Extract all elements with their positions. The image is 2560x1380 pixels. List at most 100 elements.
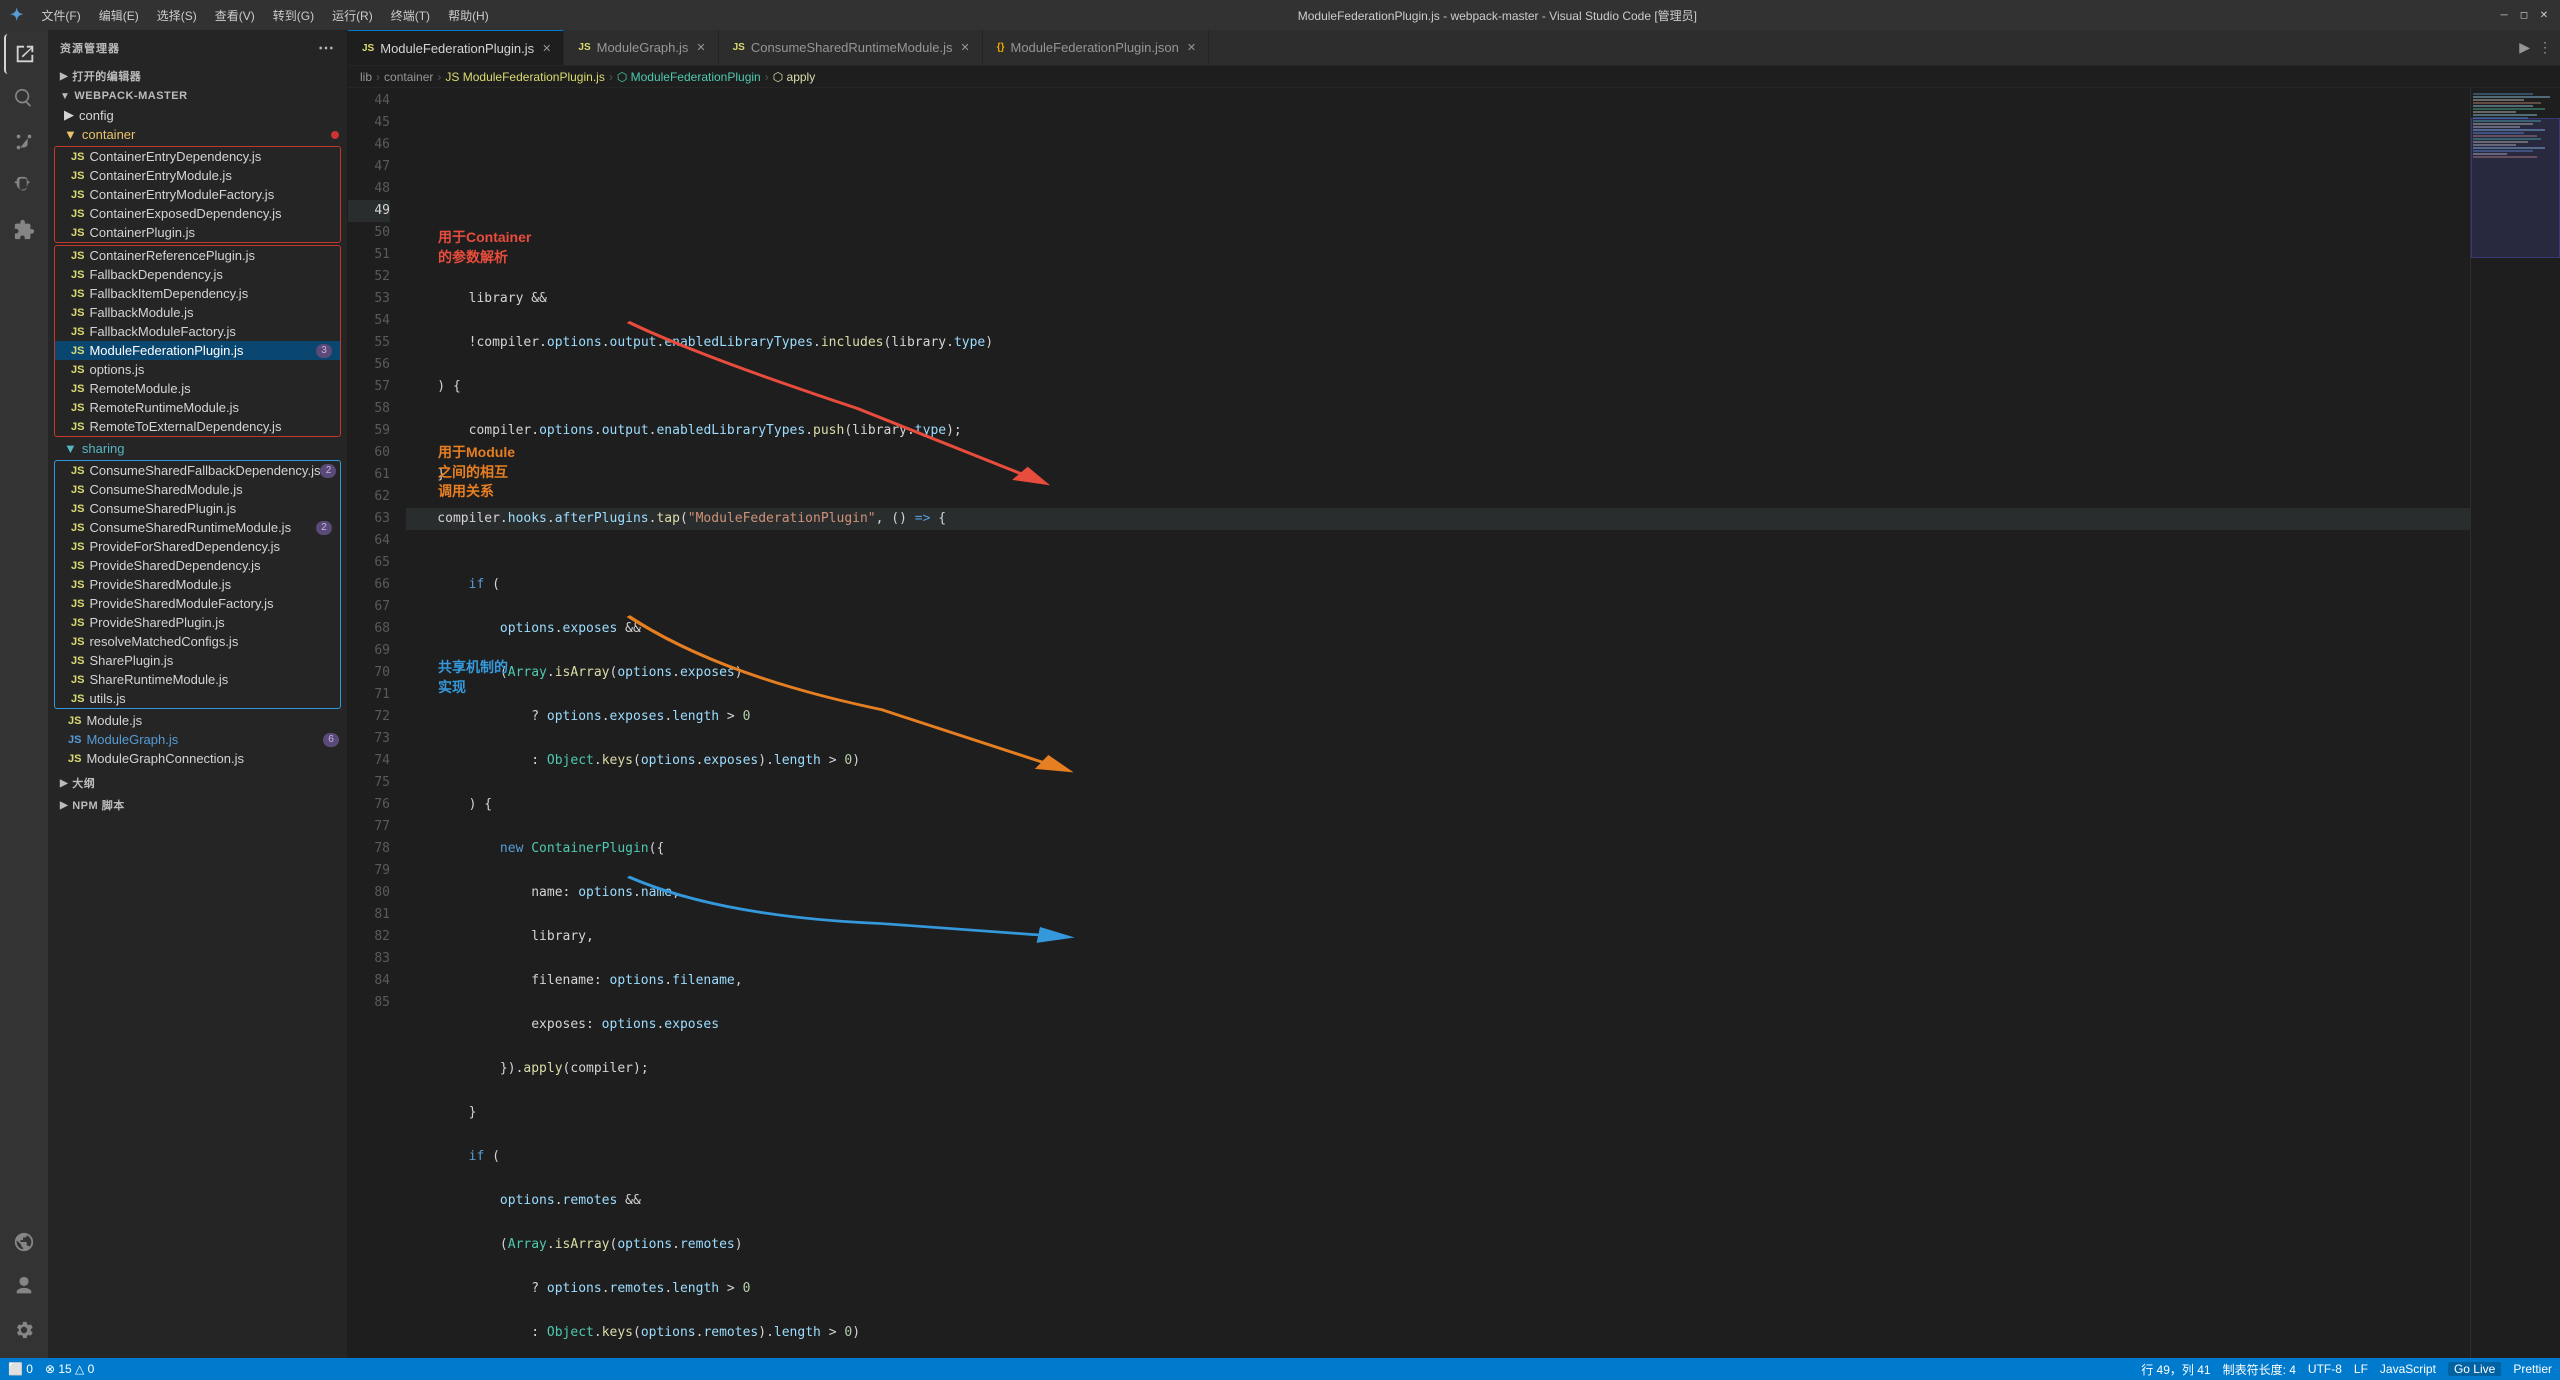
- sidebar-more-icon[interactable]: ⋯: [318, 38, 335, 58]
- minimize-button[interactable]: ─: [2498, 9, 2510, 21]
- activity-extensions[interactable]: [4, 210, 44, 250]
- file-utils[interactable]: JS utils.js: [55, 689, 340, 708]
- prettier-button[interactable]: Prettier: [2513, 1362, 2552, 1376]
- folder-sharing[interactable]: ▼ sharing: [48, 439, 347, 458]
- file-ConsumeSharedRuntimeModule[interactable]: JS ConsumeSharedRuntimeModule.js 2: [55, 518, 340, 537]
- file-resolveMatchedConfigs[interactable]: JS resolveMatchedConfigs.js: [55, 632, 340, 651]
- activity-account[interactable]: [4, 1266, 44, 1306]
- activity-settings[interactable]: [4, 1310, 44, 1350]
- activity-remote[interactable]: [4, 1222, 44, 1262]
- file-ConsumeSharedModule[interactable]: JS ConsumeSharedModule.js: [55, 480, 340, 499]
- file-RemoteRuntimeModule[interactable]: JS RemoteRuntimeModule.js: [55, 398, 340, 417]
- js-icon: JS: [71, 170, 84, 182]
- menu-select[interactable]: 选择(S): [149, 5, 205, 26]
- file-FallbackModuleFactory[interactable]: JS FallbackModuleFactory.js: [55, 322, 340, 341]
- titlebar: ✦ 文件(F) 编辑(E) 选择(S) 查看(V) 转到(G) 运行(R) 终端…: [0, 0, 2560, 30]
- file-ShareRuntimeModule[interactable]: JS ShareRuntimeModule.js: [55, 670, 340, 689]
- activity-debug[interactable]: [4, 166, 44, 206]
- tab-size[interactable]: 制表符长度: 4: [2223, 1361, 2296, 1378]
- file-options[interactable]: JS options.js: [55, 360, 340, 379]
- file-ModuleFederationPlugin[interactable]: JS ModuleFederationPlugin.js 3: [55, 341, 340, 360]
- activity-git[interactable]: [4, 122, 44, 162]
- file-ModuleGraphConnection[interactable]: JS ModuleGraphConnection.js: [48, 749, 347, 768]
- golive-button[interactable]: Go Live: [2448, 1362, 2501, 1376]
- remote-icon[interactable]: ⬜ 0: [8, 1362, 33, 1376]
- filename: FallbackDependency.js: [89, 267, 222, 282]
- run-icon[interactable]: ▶: [2519, 39, 2530, 56]
- file-FallbackItemDependency[interactable]: JS FallbackItemDependency.js: [55, 284, 340, 303]
- split-editor-icon[interactable]: ⋮: [2538, 39, 2552, 56]
- tab-close-icon[interactable]: ✕: [1187, 41, 1196, 54]
- file-ProvideSharedModule[interactable]: JS ProvideSharedModule.js: [55, 575, 340, 594]
- project-section[interactable]: ▼ WEBPACK-MASTER: [48, 87, 347, 105]
- container-group-1: JS ContainerEntryDependency.js JS Contai…: [54, 146, 341, 243]
- file-FallbackDependency[interactable]: JS FallbackDependency.js: [55, 265, 340, 284]
- tab-ConsumeSharedRuntimeModule[interactable]: JS ConsumeSharedRuntimeModule.js ✕: [719, 30, 983, 65]
- breadcrumb-class[interactable]: ⬡ ModuleFederationPlugin: [617, 70, 761, 84]
- filename: ProvideSharedDependency.js: [89, 558, 260, 573]
- filename: ProvideForSharedDependency.js: [89, 539, 280, 554]
- file-ConsumeSharedPlugin[interactable]: JS ConsumeSharedPlugin.js: [55, 499, 340, 518]
- file-FallbackModule[interactable]: JS FallbackModule.js: [55, 303, 340, 322]
- sidebar-content[interactable]: ▶ 打开的编辑器 ▼ WEBPACK-MASTER ▶ config ▼ con…: [48, 65, 347, 1358]
- breadcrumb-lib[interactable]: lib: [360, 70, 372, 84]
- file-ContainerPlugin[interactable]: JS ContainerPlugin.js: [55, 223, 340, 242]
- breadcrumb-method[interactable]: ⬡ apply: [773, 70, 816, 84]
- activity-explorer[interactable]: [4, 34, 44, 74]
- tab-close-icon[interactable]: ✕: [696, 41, 705, 54]
- file-ContainerEntryModule[interactable]: JS ContainerEntryModule.js: [55, 166, 340, 185]
- tab-ModuleFederationPluginJson[interactable]: {} ModuleFederationPlugin.json ✕: [983, 30, 1209, 65]
- encoding[interactable]: UTF-8: [2308, 1362, 2342, 1376]
- language-mode[interactable]: JavaScript: [2380, 1362, 2436, 1376]
- tab-js-icon: JS: [578, 42, 590, 53]
- file-ContainerExposedDependency[interactable]: JS ContainerExposedDependency.js: [55, 204, 340, 223]
- tab-ModuleFederationPlugin[interactable]: JS ModuleFederationPlugin.js ✕: [348, 30, 564, 65]
- js-icon: JS: [71, 288, 84, 300]
- eol[interactable]: LF: [2354, 1362, 2368, 1376]
- file-ContainerEntryModuleFactory[interactable]: JS ContainerEntryModuleFactory.js: [55, 185, 340, 204]
- tab-close-icon[interactable]: ✕: [960, 41, 969, 54]
- menu-file[interactable]: 文件(F): [33, 5, 88, 26]
- activity-search[interactable]: [4, 78, 44, 118]
- js-icon: JS: [71, 402, 84, 414]
- file-ModuleGraph[interactable]: JS ModuleGraph.js 6: [48, 730, 347, 749]
- file-ProvideSharedModuleFactory[interactable]: JS ProvideSharedModuleFactory.js: [55, 594, 340, 613]
- error-count[interactable]: ⊗ 15 △ 0: [45, 1362, 94, 1376]
- menu-run[interactable]: 运行(R): [324, 5, 381, 26]
- menu-view[interactable]: 查看(V): [207, 5, 263, 26]
- file-ContainerEntryDependency[interactable]: JS ContainerEntryDependency.js: [55, 147, 340, 166]
- file-ProvideSharedDependency[interactable]: JS ProvideSharedDependency.js: [55, 556, 340, 575]
- open-editors-section[interactable]: ▶ 打开的编辑器: [48, 65, 347, 87]
- js-icon: JS: [71, 383, 84, 395]
- file-SharePlugin[interactable]: JS SharePlugin.js: [55, 651, 340, 670]
- cursor-position[interactable]: 行 49，列 41: [2141, 1361, 2210, 1378]
- js-icon: JS: [71, 326, 84, 338]
- folder-config[interactable]: ▶ config: [48, 105, 347, 125]
- file-ContainerReferencePlugin[interactable]: JS ContainerReferencePlugin.js: [55, 246, 340, 265]
- menu-edit[interactable]: 编辑(E): [91, 5, 147, 26]
- tab-label: ModuleFederationPlugin.json: [1010, 40, 1178, 55]
- file-ProvideSharedPlugin[interactable]: JS ProvideSharedPlugin.js: [55, 613, 340, 632]
- npm-section[interactable]: ▶ NPM 脚本: [48, 794, 347, 816]
- activity-bar: [0, 30, 48, 1358]
- menu-goto[interactable]: 转到(G): [265, 5, 322, 26]
- tab-ModuleGraph[interactable]: JS ModuleGraph.js ✕: [564, 30, 718, 65]
- file-ProvideForSharedDependency[interactable]: JS ProvideForSharedDependency.js: [55, 537, 340, 556]
- maximize-button[interactable]: ◻: [2518, 9, 2530, 21]
- code-editor[interactable]: 4445464748 49 5051525354 5556575859 6061…: [348, 88, 2560, 1358]
- code-content[interactable]: 用于Container的参数解析 用于Module之间的相互调用关系 共享机制的…: [398, 88, 2470, 1358]
- tab-close-icon[interactable]: ✕: [542, 42, 551, 55]
- js-icon: JS: [71, 364, 84, 376]
- close-button[interactable]: ✕: [2538, 9, 2550, 21]
- menu-help[interactable]: 帮助(H): [440, 5, 497, 26]
- menu-terminal[interactable]: 终端(T): [383, 5, 438, 26]
- file-RemoteModule[interactable]: JS RemoteModule.js: [55, 379, 340, 398]
- breadcrumb-container[interactable]: container: [384, 70, 433, 84]
- folder-container[interactable]: ▼ container: [48, 125, 347, 144]
- folder-down-icon: ▼: [64, 127, 77, 142]
- file-ConsumeSharedFallbackDependency[interactable]: JS ConsumeSharedFallbackDependency.js 2: [55, 461, 340, 480]
- breadcrumb-file[interactable]: JS ModuleFederationPlugin.js: [445, 70, 604, 84]
- outline-section[interactable]: ▶ 大纲: [48, 772, 347, 794]
- file-Module[interactable]: JS Module.js: [48, 711, 347, 730]
- file-RemoteToExternalDependency[interactable]: JS RemoteToExternalDependency.js: [55, 417, 340, 436]
